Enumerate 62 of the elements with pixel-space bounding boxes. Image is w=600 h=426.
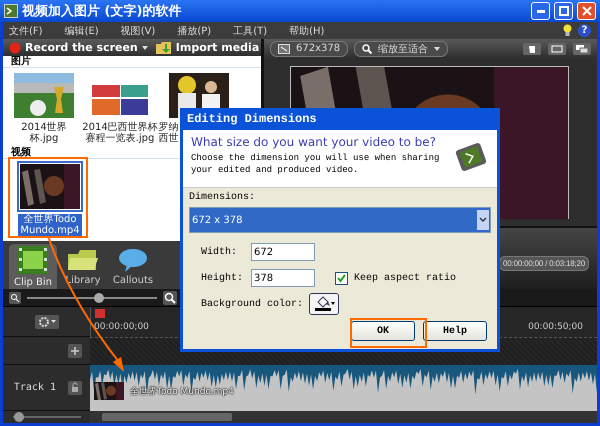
horizontal-scrollbar[interactable] (90, 411, 597, 423)
import-media-button[interactable]: Import media (156, 41, 260, 54)
background-color-label: Background color: (201, 298, 304, 310)
track-label: Track 1 (14, 382, 56, 393)
menu-item[interactable]: 播放(P) (177, 24, 212, 38)
record-icon (9, 42, 21, 54)
folder-icon (68, 248, 98, 272)
windows-icon[interactable] (573, 42, 591, 54)
dialog-heading: What size do you want your video to be? (191, 135, 437, 149)
width-field[interactable]: 672 (251, 243, 315, 261)
fit-icon[interactable] (548, 42, 566, 54)
dialog-button[interactable]: Help (423, 321, 487, 341)
clip-name: 全世界Todo Mundo.mp4 (130, 386, 234, 398)
file-name[interactable]: 2014世界杯.jpg (9, 122, 79, 144)
dimensions-dropdown[interactable]: 672 x 378 (189, 207, 491, 233)
width-label: Width: (201, 246, 238, 258)
dialog-title: Editing Dimensions (186, 111, 318, 128)
speech-bubble-icon (118, 248, 148, 272)
resize-icon (278, 44, 290, 54)
color-picker-button[interactable] (309, 293, 340, 315)
lock-icon[interactable] (68, 380, 82, 394)
zoom-dropdown[interactable]: 缩放至适合 (354, 40, 448, 56)
app-icon (4, 4, 18, 18)
folder-icon (156, 42, 172, 54)
time-label: 00:00:50;00 (528, 322, 583, 332)
menu-item[interactable]: 文件(F) (9, 24, 43, 38)
minimize-icon (536, 10, 544, 12)
zoom-in-icon[interactable] (163, 290, 177, 304)
caret-icon (434, 46, 440, 50)
zoom-out-icon[interactable] (9, 292, 21, 304)
tab[interactable]: Callouts (109, 244, 157, 289)
menu-item[interactable]: 编辑(E) (64, 24, 99, 38)
paint-bucket-icon (313, 296, 336, 312)
file-name[interactable]: 罗纳西世 (158, 122, 179, 144)
checkbox-label[interactable]: Keep aspect ratio (354, 272, 456, 284)
close-button[interactable] (577, 2, 596, 20)
dimensions-label: Dimensions: (189, 192, 256, 203)
menu-item[interactable]: 视图(V) (120, 24, 156, 38)
time-display: 00:00:00;00 / 0:03:18;20 (499, 256, 589, 271)
tab[interactable]: Clip Bin (9, 244, 57, 289)
maximize-button[interactable] (554, 2, 573, 20)
record-screen-button[interactable]: Record the screen (9, 41, 148, 54)
height-label: Height: (201, 272, 244, 284)
menu-item[interactable]: 帮助(H) (289, 24, 324, 38)
dialog-button[interactable]: OK (351, 321, 415, 341)
gear-icon[interactable] (34, 314, 58, 328)
minimize-button[interactable] (531, 2, 550, 20)
search-icon (362, 44, 372, 54)
caret-icon (142, 46, 148, 50)
maximize-icon (558, 6, 568, 16)
window-title: 视频加入图片 (文字)的软件 (22, 2, 182, 20)
film-icon (18, 246, 48, 274)
close-icon (582, 6, 592, 16)
menu-item[interactable]: 工具(T) (233, 24, 268, 38)
checkbox[interactable] (335, 272, 348, 284)
lightbulb-icon[interactable] (563, 24, 572, 37)
help-button[interactable]: ? (578, 24, 591, 37)
file-name[interactable]: 全世界Todo Mundo.mp4 (18, 214, 82, 236)
canvas-size-dropdown[interactable]: 672x378 (270, 40, 348, 56)
add-track-icon[interactable] (68, 344, 82, 358)
height-field[interactable]: 378 (251, 269, 315, 287)
time-label: 00:00:00;00 (94, 322, 149, 332)
